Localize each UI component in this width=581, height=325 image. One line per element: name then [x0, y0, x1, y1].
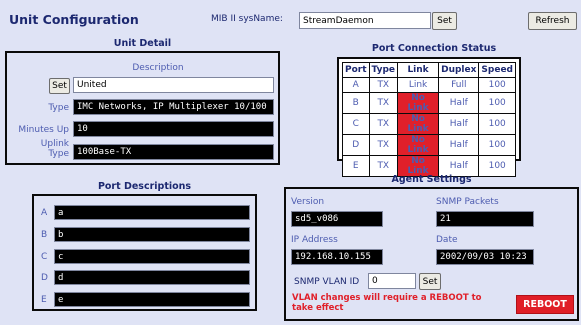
port-cell: A	[342, 77, 370, 93]
speed-cell: 100	[478, 113, 516, 135]
type-cell: TX	[368, 77, 399, 93]
type-cell: TX	[368, 92, 399, 114]
col-header-link: Link	[397, 62, 440, 78]
reboot-button[interactable]: REBOOT	[516, 295, 574, 314]
port-desc-input-a[interactable]	[54, 205, 250, 220]
description-set-button[interactable]: Set	[49, 78, 70, 94]
duplex-cell: Half	[438, 134, 480, 156]
port-cell: D	[342, 134, 370, 156]
duplex-cell: Full	[438, 77, 480, 93]
col-header-port: Port	[342, 62, 370, 78]
port-cell: B	[342, 92, 370, 114]
ip-address-label: IP Address	[291, 235, 338, 245]
port-desc-input-d[interactable]	[54, 270, 250, 285]
link-cell: No Link	[397, 134, 440, 156]
vlan-set-button[interactable]: Set	[419, 273, 441, 290]
description-label: Description	[132, 63, 184, 73]
page-title: Unit Configuration	[9, 12, 139, 27]
port-descriptions-title: Port Descriptions	[97, 181, 192, 192]
port-desc-label-c: C	[41, 252, 48, 262]
table-row: C TX No Link Half 100	[342, 113, 516, 135]
port-descriptions-panel: A B C D E	[32, 194, 257, 311]
col-header-duplex: Duplex	[438, 62, 480, 78]
date-field	[436, 249, 534, 265]
description-input[interactable]	[73, 77, 274, 93]
port-status-table: Port Type Link Duplex Speed A TX Link Fu…	[342, 62, 516, 177]
duplex-cell: Half	[438, 113, 480, 135]
agent-settings-panel: Version SNMP Packets IP Address Date SNM…	[284, 187, 579, 321]
minutes-up-field	[73, 121, 274, 137]
sysname-input[interactable]	[299, 12, 431, 29]
col-header-type: Type	[368, 62, 399, 78]
uplink-label-line2: Type	[48, 149, 69, 159]
type-cell: TX	[368, 134, 399, 156]
date-label: Date	[436, 235, 458, 245]
minutes-up-label: Minutes Up	[18, 125, 69, 135]
port-status-panel: Port Type Link Duplex Speed A TX Link Fu…	[337, 57, 521, 177]
ip-address-field	[291, 249, 383, 265]
uplink-label-line1: Uplink	[40, 139, 69, 149]
version-field	[291, 211, 383, 227]
speed-cell: 100	[478, 77, 516, 93]
link-cell: Link	[397, 77, 440, 93]
type-label: Type	[48, 103, 69, 113]
type-cell: TX	[368, 113, 399, 135]
speed-cell: 100	[478, 134, 516, 156]
link-cell: No Link	[397, 92, 440, 114]
port-desc-label-b: B	[41, 230, 48, 240]
snmp-vlan-input[interactable]	[368, 273, 416, 289]
table-row: A TX Link Full 100	[342, 77, 516, 93]
duplex-cell: Half	[438, 92, 480, 114]
snmp-packets-field	[436, 211, 534, 227]
snmp-vlan-label: SNMP VLAN ID	[294, 277, 360, 287]
link-cell: No Link	[397, 113, 440, 135]
agent-settings-title: Agent Settings	[391, 174, 472, 185]
speed-cell: 100	[478, 92, 516, 114]
version-label: Version	[291, 197, 325, 207]
port-desc-label-a: A	[41, 208, 48, 218]
port-cell: C	[342, 113, 370, 135]
sysname-label: MIB II sysName:	[211, 14, 283, 24]
snmp-packets-label: SNMP Packets	[436, 197, 499, 207]
table-header-row: Port Type Link Duplex Speed	[342, 62, 516, 78]
unit-detail-title: Unit Detail	[113, 38, 172, 49]
refresh-button[interactable]: Refresh	[528, 12, 577, 30]
type-field	[73, 99, 274, 115]
table-row: D TX No Link Half 100	[342, 134, 516, 156]
vlan-warning-text: VLAN changes will require a REBOOT to ta…	[292, 293, 482, 313]
table-row: B TX No Link Half 100	[342, 92, 516, 114]
port-desc-input-e[interactable]	[54, 292, 250, 307]
port-desc-input-c[interactable]	[54, 249, 250, 264]
sysname-set-button[interactable]: Set	[432, 12, 457, 30]
uplink-type-label: Uplink Type	[7, 139, 69, 159]
uplink-type-field	[73, 144, 274, 160]
unit-detail-panel: Description Set Type Minutes Up Uplink T…	[5, 51, 280, 165]
port-desc-label-d: D	[41, 273, 48, 283]
port-desc-input-b[interactable]	[54, 227, 250, 242]
port-status-title: Port Connection Status	[371, 43, 497, 54]
port-desc-label-e: E	[41, 295, 47, 305]
col-header-speed: Speed	[478, 62, 516, 78]
